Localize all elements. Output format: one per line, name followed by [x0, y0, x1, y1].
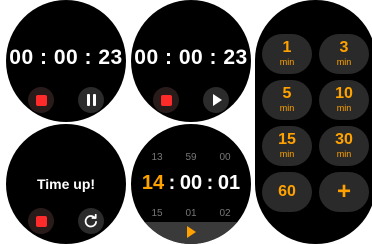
picker-previous-row[interactable]: 13 59 00 — [131, 152, 251, 163]
preset-unit: min — [279, 57, 295, 67]
preset-value: 5 — [282, 85, 292, 102]
picker-separator: : — [206, 172, 214, 194]
start-button[interactable] — [131, 222, 251, 244]
plus-icon: + — [336, 178, 351, 205]
timer-controls — [131, 87, 251, 113]
timer-paused-screen: 00 : 00 : 23 — [131, 0, 251, 122]
preset-grid: 1 min 3 min 5 min 10 min 15 min 30 min 6… — [262, 34, 369, 212]
preset-value: 30 — [335, 131, 353, 148]
picker-prev-minutes[interactable]: 59 — [181, 152, 201, 163]
timer-presets-screen: 1 min 3 min 5 min 10 min 15 min 30 min 6… — [255, 0, 372, 244]
timer-controls — [6, 87, 126, 113]
play-icon — [186, 226, 196, 238]
play-icon — [212, 94, 222, 106]
picker-minutes[interactable]: 00 — [177, 172, 205, 195]
preset-value: 15 — [278, 131, 296, 148]
picker-hours[interactable]: 14 — [139, 172, 167, 195]
preset-15-min[interactable]: 15 min — [262, 126, 312, 166]
restart-icon — [84, 214, 97, 228]
picker-next-seconds[interactable]: 02 — [215, 208, 235, 219]
picker-next-hours[interactable]: 15 — [147, 208, 167, 219]
timer-finished-screen: Time up! — [6, 124, 126, 244]
preset-value: 1 — [282, 39, 292, 56]
stop-button[interactable] — [28, 208, 54, 234]
pause-icon — [86, 94, 96, 106]
preset-unit: min — [336, 103, 352, 113]
picker-next-minutes[interactable]: 01 — [181, 208, 201, 219]
picker-seconds[interactable]: 01 — [215, 172, 243, 195]
time-up-message: Time up! — [36, 176, 96, 192]
preset-5-min[interactable]: 5 min — [262, 80, 312, 120]
time-picker-screen: 13 59 00 14 : 00 : 01 15 01 02 — [131, 124, 251, 244]
picker-prev-seconds[interactable]: 00 — [215, 152, 235, 163]
preset-3-min[interactable]: 3 min — [319, 34, 369, 74]
picker-separator: : — [168, 172, 176, 194]
timer-display: 00 : 00 : 23 — [9, 46, 123, 69]
preset-value: 10 — [335, 85, 353, 102]
preset-30-min[interactable]: 30 min — [319, 126, 369, 166]
stop-button[interactable] — [28, 87, 54, 113]
resume-button[interactable] — [203, 87, 229, 113]
preset-unit: min — [336, 57, 352, 67]
stop-icon — [35, 94, 47, 106]
picker-current-row: 14 : 00 : 01 — [131, 172, 251, 195]
add-preset-button[interactable]: + — [319, 172, 369, 212]
preset-unit: min — [279, 103, 295, 113]
picker-next-row[interactable]: 15 01 02 — [131, 208, 251, 219]
timer-display: 00 : 00 : 23 — [134, 46, 248, 69]
preset-value: 60 — [278, 183, 296, 200]
stop-icon — [160, 94, 172, 106]
preset-value: 3 — [339, 39, 349, 56]
stop-button[interactable] — [153, 87, 179, 113]
finished-controls — [6, 208, 126, 234]
preset-60-min[interactable]: 60 — [262, 172, 312, 212]
preset-unit: min — [336, 149, 352, 159]
preset-unit: min — [279, 149, 295, 159]
picker-prev-hours[interactable]: 13 — [147, 152, 167, 163]
preset-1-min[interactable]: 1 min — [262, 34, 312, 74]
timer-running-screen: 00 : 00 : 23 — [6, 0, 126, 122]
pause-button[interactable] — [78, 87, 104, 113]
restart-button[interactable] — [78, 208, 104, 234]
preset-10-min[interactable]: 10 min — [319, 80, 369, 120]
stop-icon — [35, 215, 47, 227]
